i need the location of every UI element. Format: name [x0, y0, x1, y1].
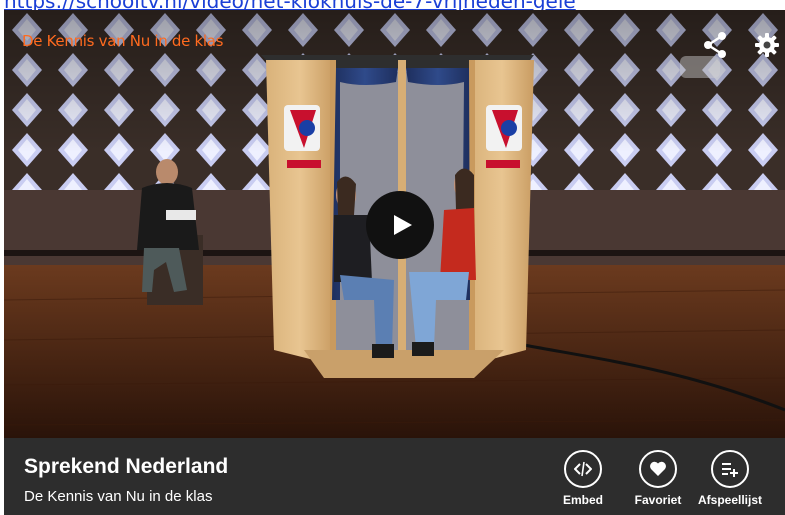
gear-icon[interactable]: [752, 30, 782, 60]
play-button[interactable]: [366, 191, 434, 259]
video-title: Sprekend Nederland: [24, 455, 229, 478]
video-subtitle: De Kennis van Nu in de klas: [24, 488, 213, 505]
heart-icon: [650, 461, 666, 476]
video-info-bar: Sprekend Nederland De Kennis van Nu in d…: [4, 438, 785, 515]
share-icon[interactable]: [700, 30, 730, 60]
video-frame[interactable]: De Kennis van Nu in de klas: [4, 10, 785, 438]
play-icon: [394, 215, 412, 235]
embed-label: Embed: [562, 493, 603, 507]
favorite-button[interactable]: Favoriet: [626, 450, 690, 512]
add-to-playlist-button[interactable]: Afspeellijst: [698, 450, 762, 512]
playlist-label: Afspeellijst: [698, 493, 763, 507]
brand-label: De Kennis van Nu in de klas: [22, 32, 224, 50]
playlist-add-icon: [722, 463, 738, 477]
video-player[interactable]: De Kennis van Nu in de klas Sprekend Ned…: [4, 10, 785, 515]
favorite-label: Favoriet: [634, 493, 682, 507]
embed-button[interactable]: Embed: [551, 450, 615, 512]
code-icon: [574, 461, 592, 477]
